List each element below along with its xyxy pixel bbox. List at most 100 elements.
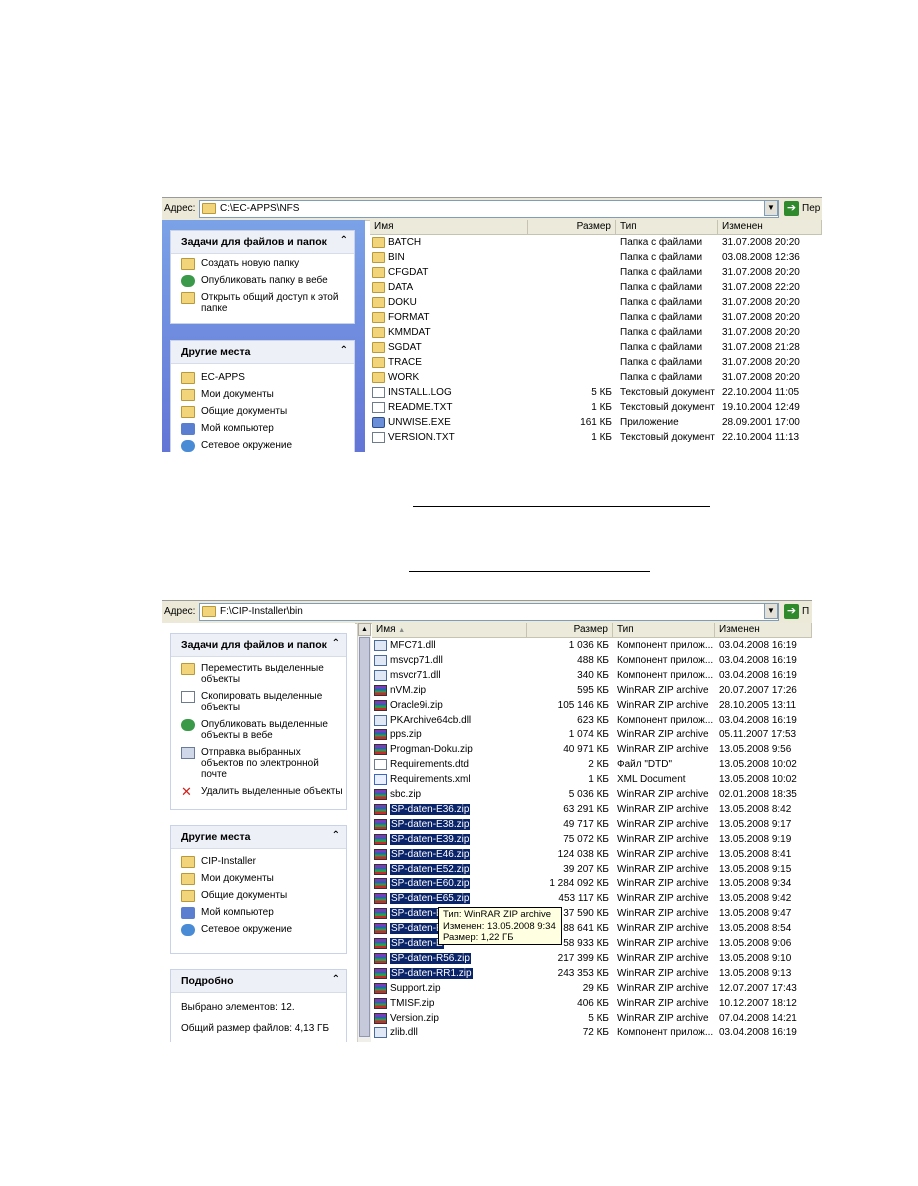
file-row[interactable]: nVM.zip 595 КБ WinRAR ZIP archive 20.07.200… [372,683,812,698]
file-row[interactable]: SP-daten-E39.zip 75 072 КБ WinRAR ZIP arch… [372,832,812,847]
file-row[interactable]: SP-daten-RR1.zip 243 353 КБ WinRAR ZIP arc… [372,966,812,981]
place-my-documents[interactable]: Мои документы [181,389,354,401]
file-name-text: SP-daten-RR1.zip [390,967,473,979]
place-my-documents[interactable]: Мои документы [181,873,346,885]
collapse-chevron-icon[interactable]: ⌃ [332,974,340,985]
shared-documents-icon [181,890,195,902]
column-modified[interactable]: Изменен [715,623,812,637]
file-row[interactable]: pps.zip 1 074 КБ WinRAR ZIP archive 05.11.2… [372,727,812,742]
place-cip-installer[interactable]: CIP-Installer [181,856,346,868]
file-row[interactable]: CFGDAT Папка с файлами 31.07.2008 20:20 [370,265,822,280]
address-input[interactable]: C:\EC-APPS\NFS [199,200,779,218]
file-row[interactable]: KMMDAT Папка с файлами 31.07.2008 20:20 [370,325,822,340]
tooltip-modified: Изменен: 13.05.2008 9:34 [443,920,556,932]
file-row[interactable]: SP-daten-E52.zip 39 207 КБ WinRAR ZIP arch… [372,862,812,877]
file-row[interactable]: FORMAT Папка с файлами 31.07.2008 20:20 [370,310,822,325]
collapse-chevron-icon[interactable]: ⌃ [340,345,348,356]
column-name[interactable]: Имя ▲ [372,623,527,637]
file-row[interactable]: DATA Папка с файлами 31.07.2008 22:20 [370,280,822,295]
file-row[interactable]: msvcp71.dll 488 КБ Компонент прилож... 03.0… [372,653,812,668]
address-dropdown-button[interactable]: ▼ [764,200,778,216]
tasks-panel-header[interactable]: Задачи для файлов и папок ⌃ [171,231,354,254]
task-publish-web[interactable]: Опубликовать выделенные объекты в вебе [181,719,346,741]
place-my-computer[interactable]: Мой компьютер [181,907,346,919]
file-name: Requirements.dtd [372,757,545,772]
file-row[interactable]: DOKU Папка с файлами 31.07.2008 20:20 [370,295,822,310]
column-modified[interactable]: Изменен [718,220,822,234]
column-size[interactable]: Размер [528,220,616,234]
file-row[interactable]: msvcr71.dll 340 КБ Компонент прилож... 03.0… [372,668,812,683]
column-type[interactable]: Тип [613,623,715,637]
file-row[interactable]: zlib.dll 72 КБ Компонент прилож... 03.04.20… [372,1025,812,1040]
go-button-label[interactable]: П [802,606,809,617]
share-folder-icon [181,292,195,304]
file-row[interactable]: BATCH Папка с файлами 31.07.2008 20:20 [370,235,822,250]
file-row[interactable]: Version.zip 5 КБ WinRAR ZIP archive 07.04.2… [372,1011,812,1026]
column-size[interactable]: Размер [527,623,613,637]
place-network[interactable]: Сетевое окружение [181,440,354,452]
file-row[interactable]: TRACE Папка с файлами 31.07.2008 20:20 [370,355,822,370]
go-button-label[interactable]: Пер [802,203,820,214]
task-delete[interactable]: ✕ Удалить выделенные объекты [181,785,346,798]
place-shared-documents[interactable]: Общие документы [181,406,354,418]
file-row[interactable]: Requirements.xml 1 КБ XML Document 13.05.20… [372,772,812,787]
task-new-folder[interactable]: Создать новую папку [181,258,354,270]
places-panel-header[interactable]: Другие места ⌃ [171,826,346,849]
scroll-up-icon[interactable]: ▲ [358,623,371,636]
file-row[interactable]: SP-daten-E60.zip 1 284 092 КБ WinRAR ZIP a… [372,876,812,891]
tasks-panel-header[interactable]: Задачи для файлов и папок ⌃ [171,634,346,657]
file-row[interactable]: sbc.zip 5 036 КБ WinRAR ZIP archive 02.01.2… [372,787,812,802]
file-row[interactable]: TMISF.zip 406 КБ WinRAR ZIP archive 10.12.2… [372,996,812,1011]
file-name: SP-daten-E39.zip [372,832,545,847]
collapse-chevron-icon[interactable]: ⌃ [340,235,348,246]
file-row[interactable]: Support.zip 29 КБ WinRAR ZIP archive 12.07.… [372,981,812,996]
file-row[interactable]: INSTALL.LOG 5 КБ Текстовый документ 22.10.2… [370,385,822,400]
task-move[interactable]: Переместить выделенные объекты [181,663,346,685]
file-row[interactable]: SP-daten-E38.zip 49 717 КБ WinRAR ZIP arch… [372,817,812,832]
file-row[interactable]: UNWISE.EXE 161 КБ Приложение 28.09.2001 17:… [370,415,822,430]
file-row[interactable]: SGDAT Папка с файлами 31.07.2008 21:28 [370,340,822,355]
file-row[interactable]: SP-daten-E65.zip 453 117 КБ WinRAR ZIP arc… [372,891,812,906]
column-name[interactable]: Имя [370,220,528,234]
file-type: WinRAR ZIP archive [617,908,709,920]
collapse-chevron-icon[interactable]: ⌃ [332,638,340,649]
left-pane-scrollbar[interactable]: ▲ [357,623,371,1042]
go-arrow-icon[interactable]: ➔ [784,604,799,619]
file-row[interactable]: VERSION.TXT 1 КБ Текстовый документ 22.10.2… [370,430,822,445]
file-row[interactable]: BIN Папка с файлами 03.08.2008 12:36 [370,250,822,265]
task-share-folder[interactable]: Открыть общий доступ к этой папке [181,292,354,314]
column-name-label: Имя [376,624,396,635]
file-row[interactable]: Requirements.dtd 2 КБ Файл "DTD" 13.05.2008… [372,757,812,772]
file-row[interactable]: Oracle9i.zip 105 146 КБ WinRAR ZIP archive… [372,698,812,713]
file-row[interactable]: SP-daten-E36.zip 63 291 КБ WinRAR ZIP arch… [372,802,812,817]
details-panel-header[interactable]: Подробно ⌃ [171,970,346,993]
place-shared-documents[interactable]: Общие документы [181,890,346,902]
scrollbar-thumb[interactable] [359,637,370,1037]
go-arrow-icon[interactable]: ➔ [784,201,799,216]
email-icon [181,747,195,759]
file-row[interactable]: WORK Папка с файлами 31.07.2008 20:20 [370,370,822,385]
file-size [528,325,612,340]
file-row[interactable]: README.TXT 1 КБ Текстовый документ 19.10.20… [370,400,822,415]
places-panel-header[interactable]: Другие места ⌃ [171,341,354,364]
task-publish-web[interactable]: Опубликовать папку в вебе [181,275,354,287]
file-row[interactable]: SP-daten-E46.zip 124 038 КБ WinRAR ZIP arc… [372,847,812,862]
address-input[interactable]: F:\CIP-Installer\bin [199,603,779,621]
file-row[interactable]: SP-daten-R56.zip 217 399 КБ WinRAR ZIP arc… [372,951,812,966]
file-row[interactable]: PKArchive64cb.dll 623 КБ Компонент прилож.… [372,713,812,728]
file-name: Requirements.xml [372,772,545,787]
file-row[interactable]: Progman-Doku.zip 40 971 КБ WinRAR ZIP arch… [372,742,812,757]
file-modified: 28.09.2001 17:00 [722,417,800,428]
file-modified: 03.04.2008 16:19 [719,640,797,651]
place-ec-apps[interactable]: EC-APPS [181,372,354,384]
collapse-chevron-icon[interactable]: ⌃ [332,830,340,841]
place-network[interactable]: Сетевое окружение [181,924,346,936]
place-my-computer[interactable]: Мой компьютер [181,423,354,435]
task-email[interactable]: Отправка выбранных объектов по электронн… [181,747,346,780]
file-row[interactable]: MFC71.dll 1 036 КБ Компонент прилож... 03.0… [372,638,812,653]
file-size: 2 КБ [588,759,609,771]
task-copy[interactable]: Скопировать выделенные объекты [181,691,346,713]
file-type: WinRAR ZIP archive [617,952,709,964]
address-dropdown-button[interactable]: ▼ [764,603,778,619]
column-type[interactable]: Тип [616,220,718,234]
